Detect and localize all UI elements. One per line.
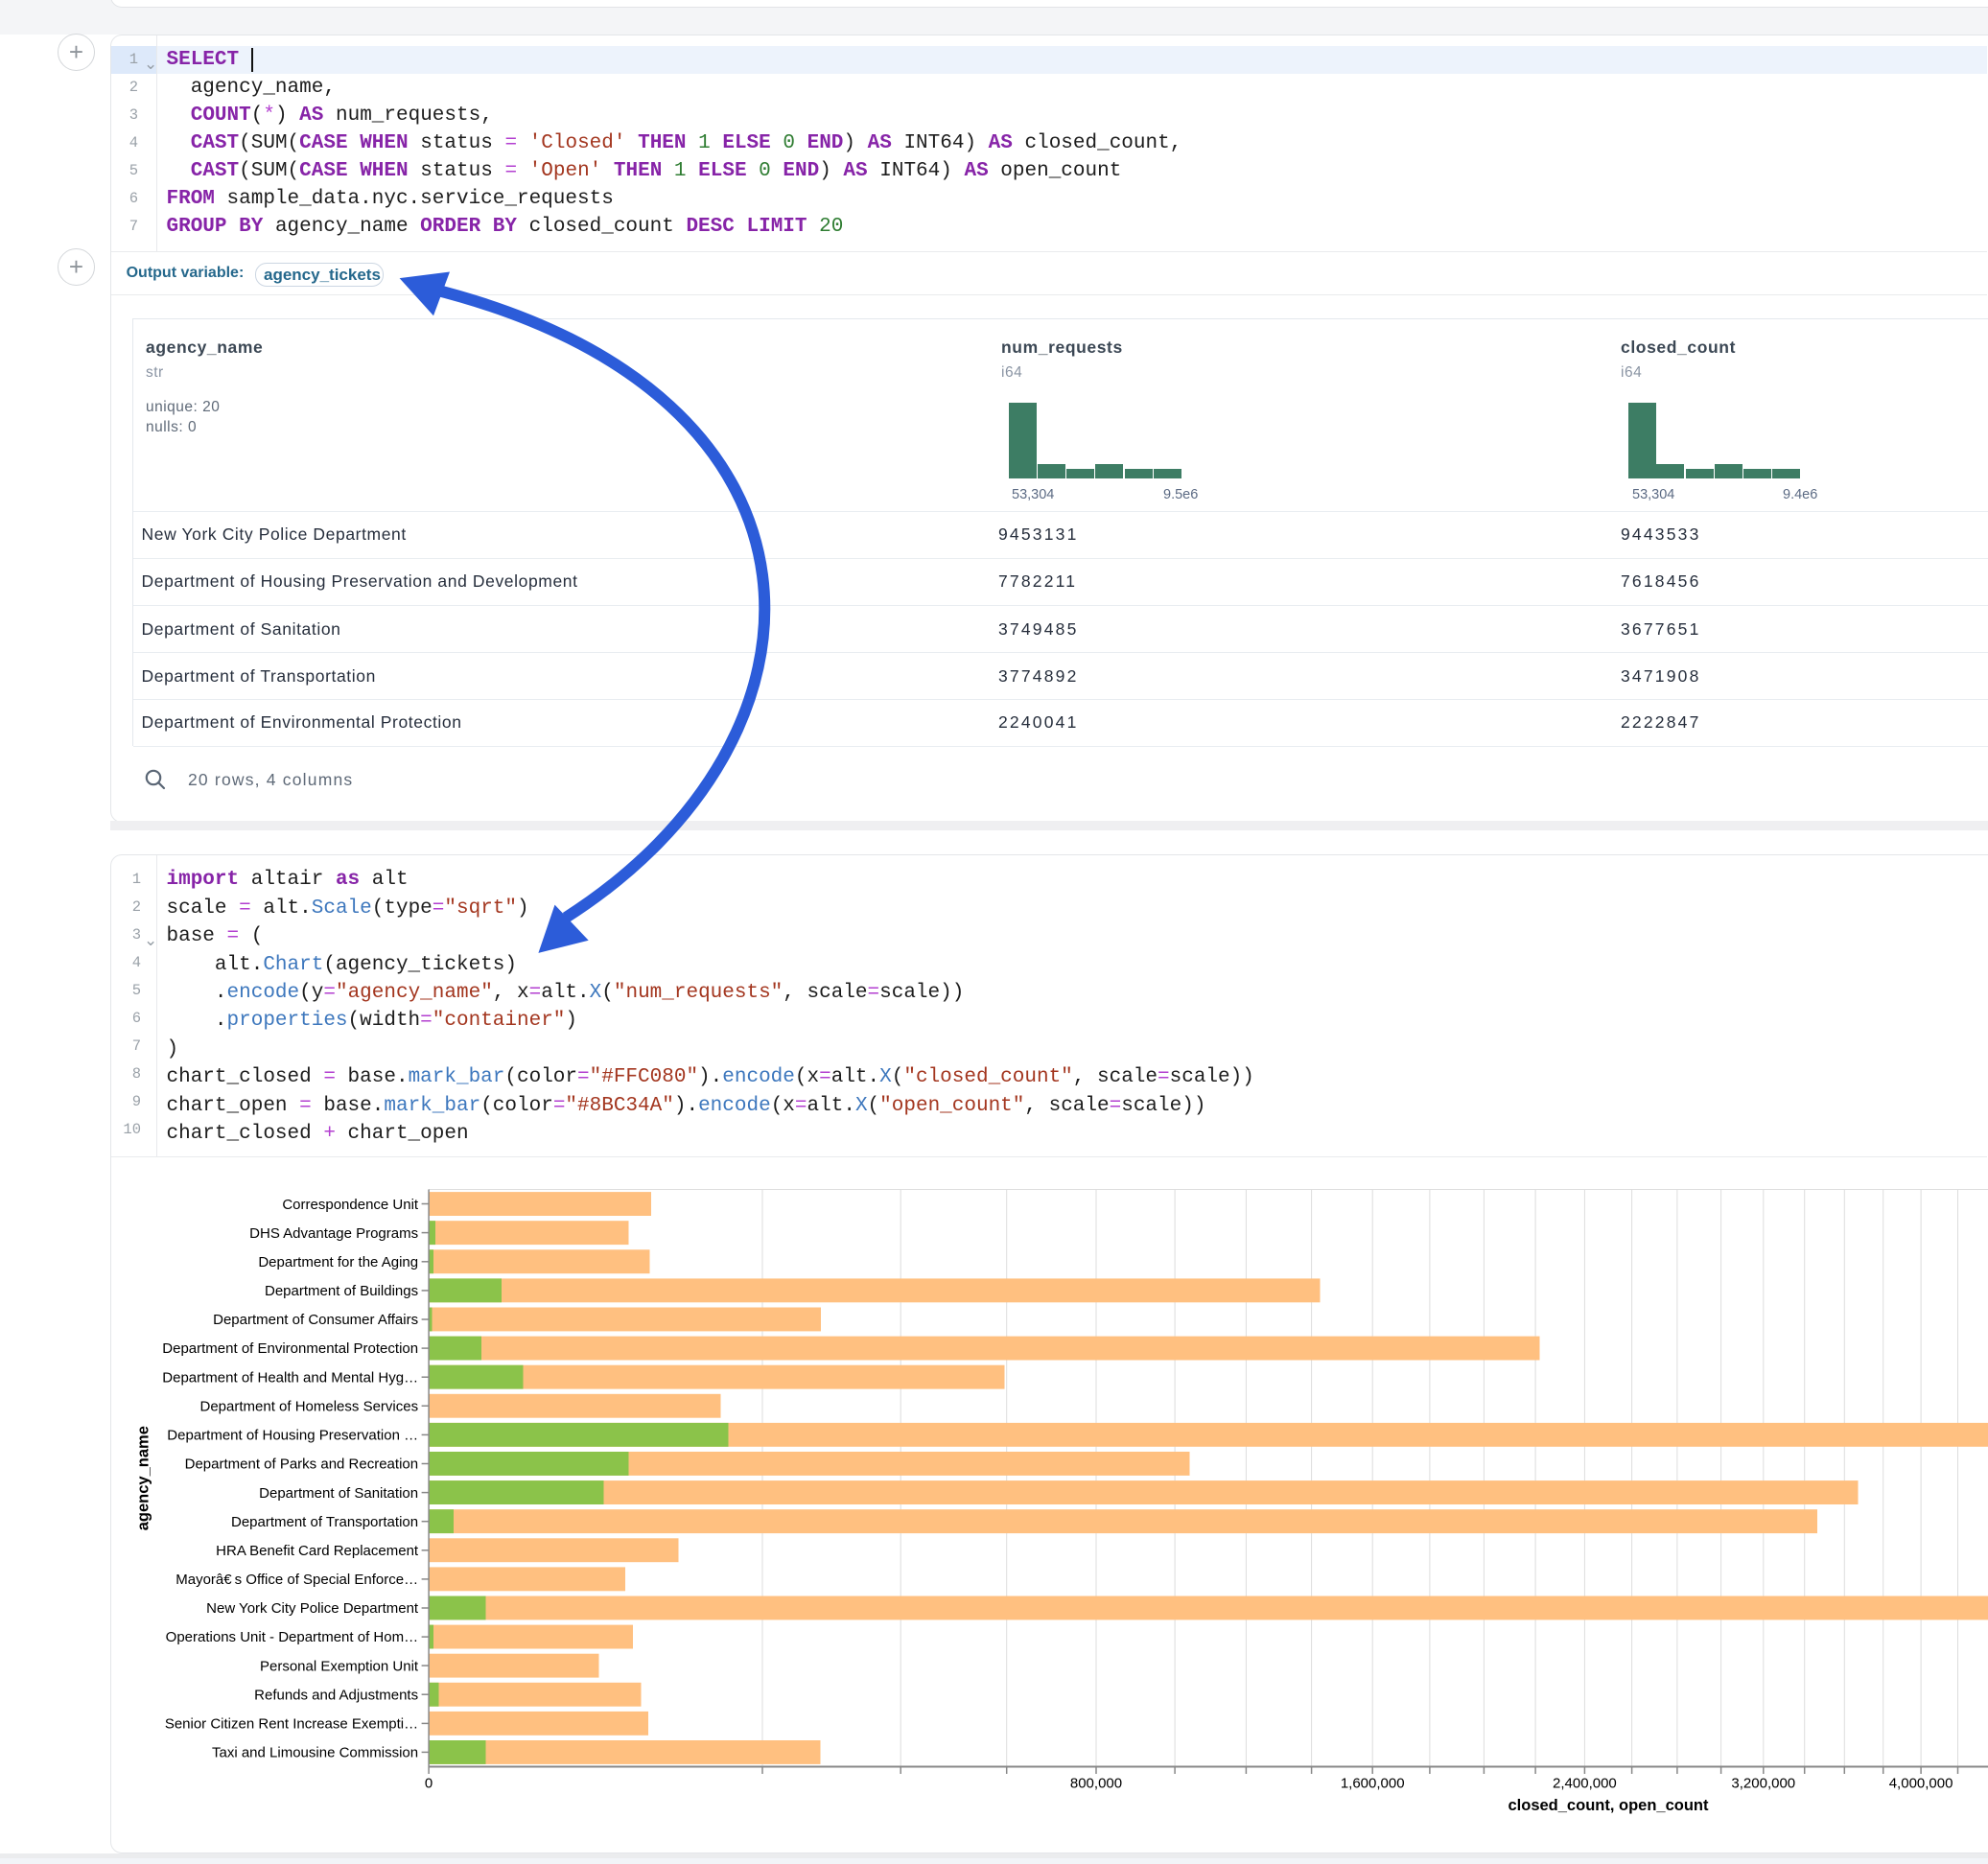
svg-text:Department of Buildings: Department of Buildings xyxy=(265,1283,418,1299)
svg-text:Department of Housing Preserva: Department of Housing Preservation … xyxy=(167,1428,418,1444)
svg-text:2,400,000: 2,400,000 xyxy=(1553,1776,1617,1792)
svg-text:Operations Unit - Department o: Operations Unit - Department of Hom… xyxy=(166,1629,418,1645)
svg-text:Department of Sanitation: Department of Sanitation xyxy=(259,1485,418,1502)
svg-text:Correspondence Unit: Correspondence Unit xyxy=(282,1197,419,1213)
svg-text:Personal Exemption Unit: Personal Exemption Unit xyxy=(260,1658,419,1674)
svg-text:Department of Consumer Affairs: Department of Consumer Affairs xyxy=(213,1312,418,1328)
svg-text:Department for the Aging: Department for the Aging xyxy=(258,1254,418,1270)
svg-text:Department of Environmental Pr: Department of Environmental Protection xyxy=(162,1340,418,1357)
svg-text:closed_count, open_count: closed_count, open_count xyxy=(1508,1797,1709,1814)
svg-text:agency_name: agency_name xyxy=(135,1426,152,1530)
svg-text:Mayorâ€ s Office of Special En: Mayorâ€ s Office of Special Enforce… xyxy=(175,1572,418,1588)
svg-text:3,200,000: 3,200,000 xyxy=(1731,1776,1795,1792)
svg-text:Department of Health and Menta: Department of Health and Mental Hyg… xyxy=(162,1369,418,1386)
svg-text:HRA Benefit Card Replacement: HRA Benefit Card Replacement xyxy=(216,1543,419,1559)
svg-text:800,000: 800,000 xyxy=(1070,1776,1122,1792)
svg-text:0: 0 xyxy=(425,1776,433,1792)
svg-text:Department of Transportation: Department of Transportation xyxy=(231,1514,418,1530)
svg-text:DHS Advantage Programs: DHS Advantage Programs xyxy=(249,1225,418,1242)
svg-text:Department of Homeless Service: Department of Homeless Services xyxy=(200,1398,419,1414)
svg-text:Refunds and Adjustments: Refunds and Adjustments xyxy=(254,1688,418,1704)
svg-text:Taxi and Limousine Commission: Taxi and Limousine Commission xyxy=(212,1745,418,1761)
svg-text:Senior Citizen Rent Increase E: Senior Citizen Rent Increase Exempti… xyxy=(165,1716,418,1733)
svg-text:New York City Police Departmen: New York City Police Department xyxy=(206,1600,419,1617)
svg-text:4,000,000: 4,000,000 xyxy=(1889,1776,1953,1792)
svg-text:1,600,000: 1,600,000 xyxy=(1341,1776,1405,1792)
svg-text:Department of Parks and Recrea: Department of Parks and Recreation xyxy=(185,1456,418,1473)
